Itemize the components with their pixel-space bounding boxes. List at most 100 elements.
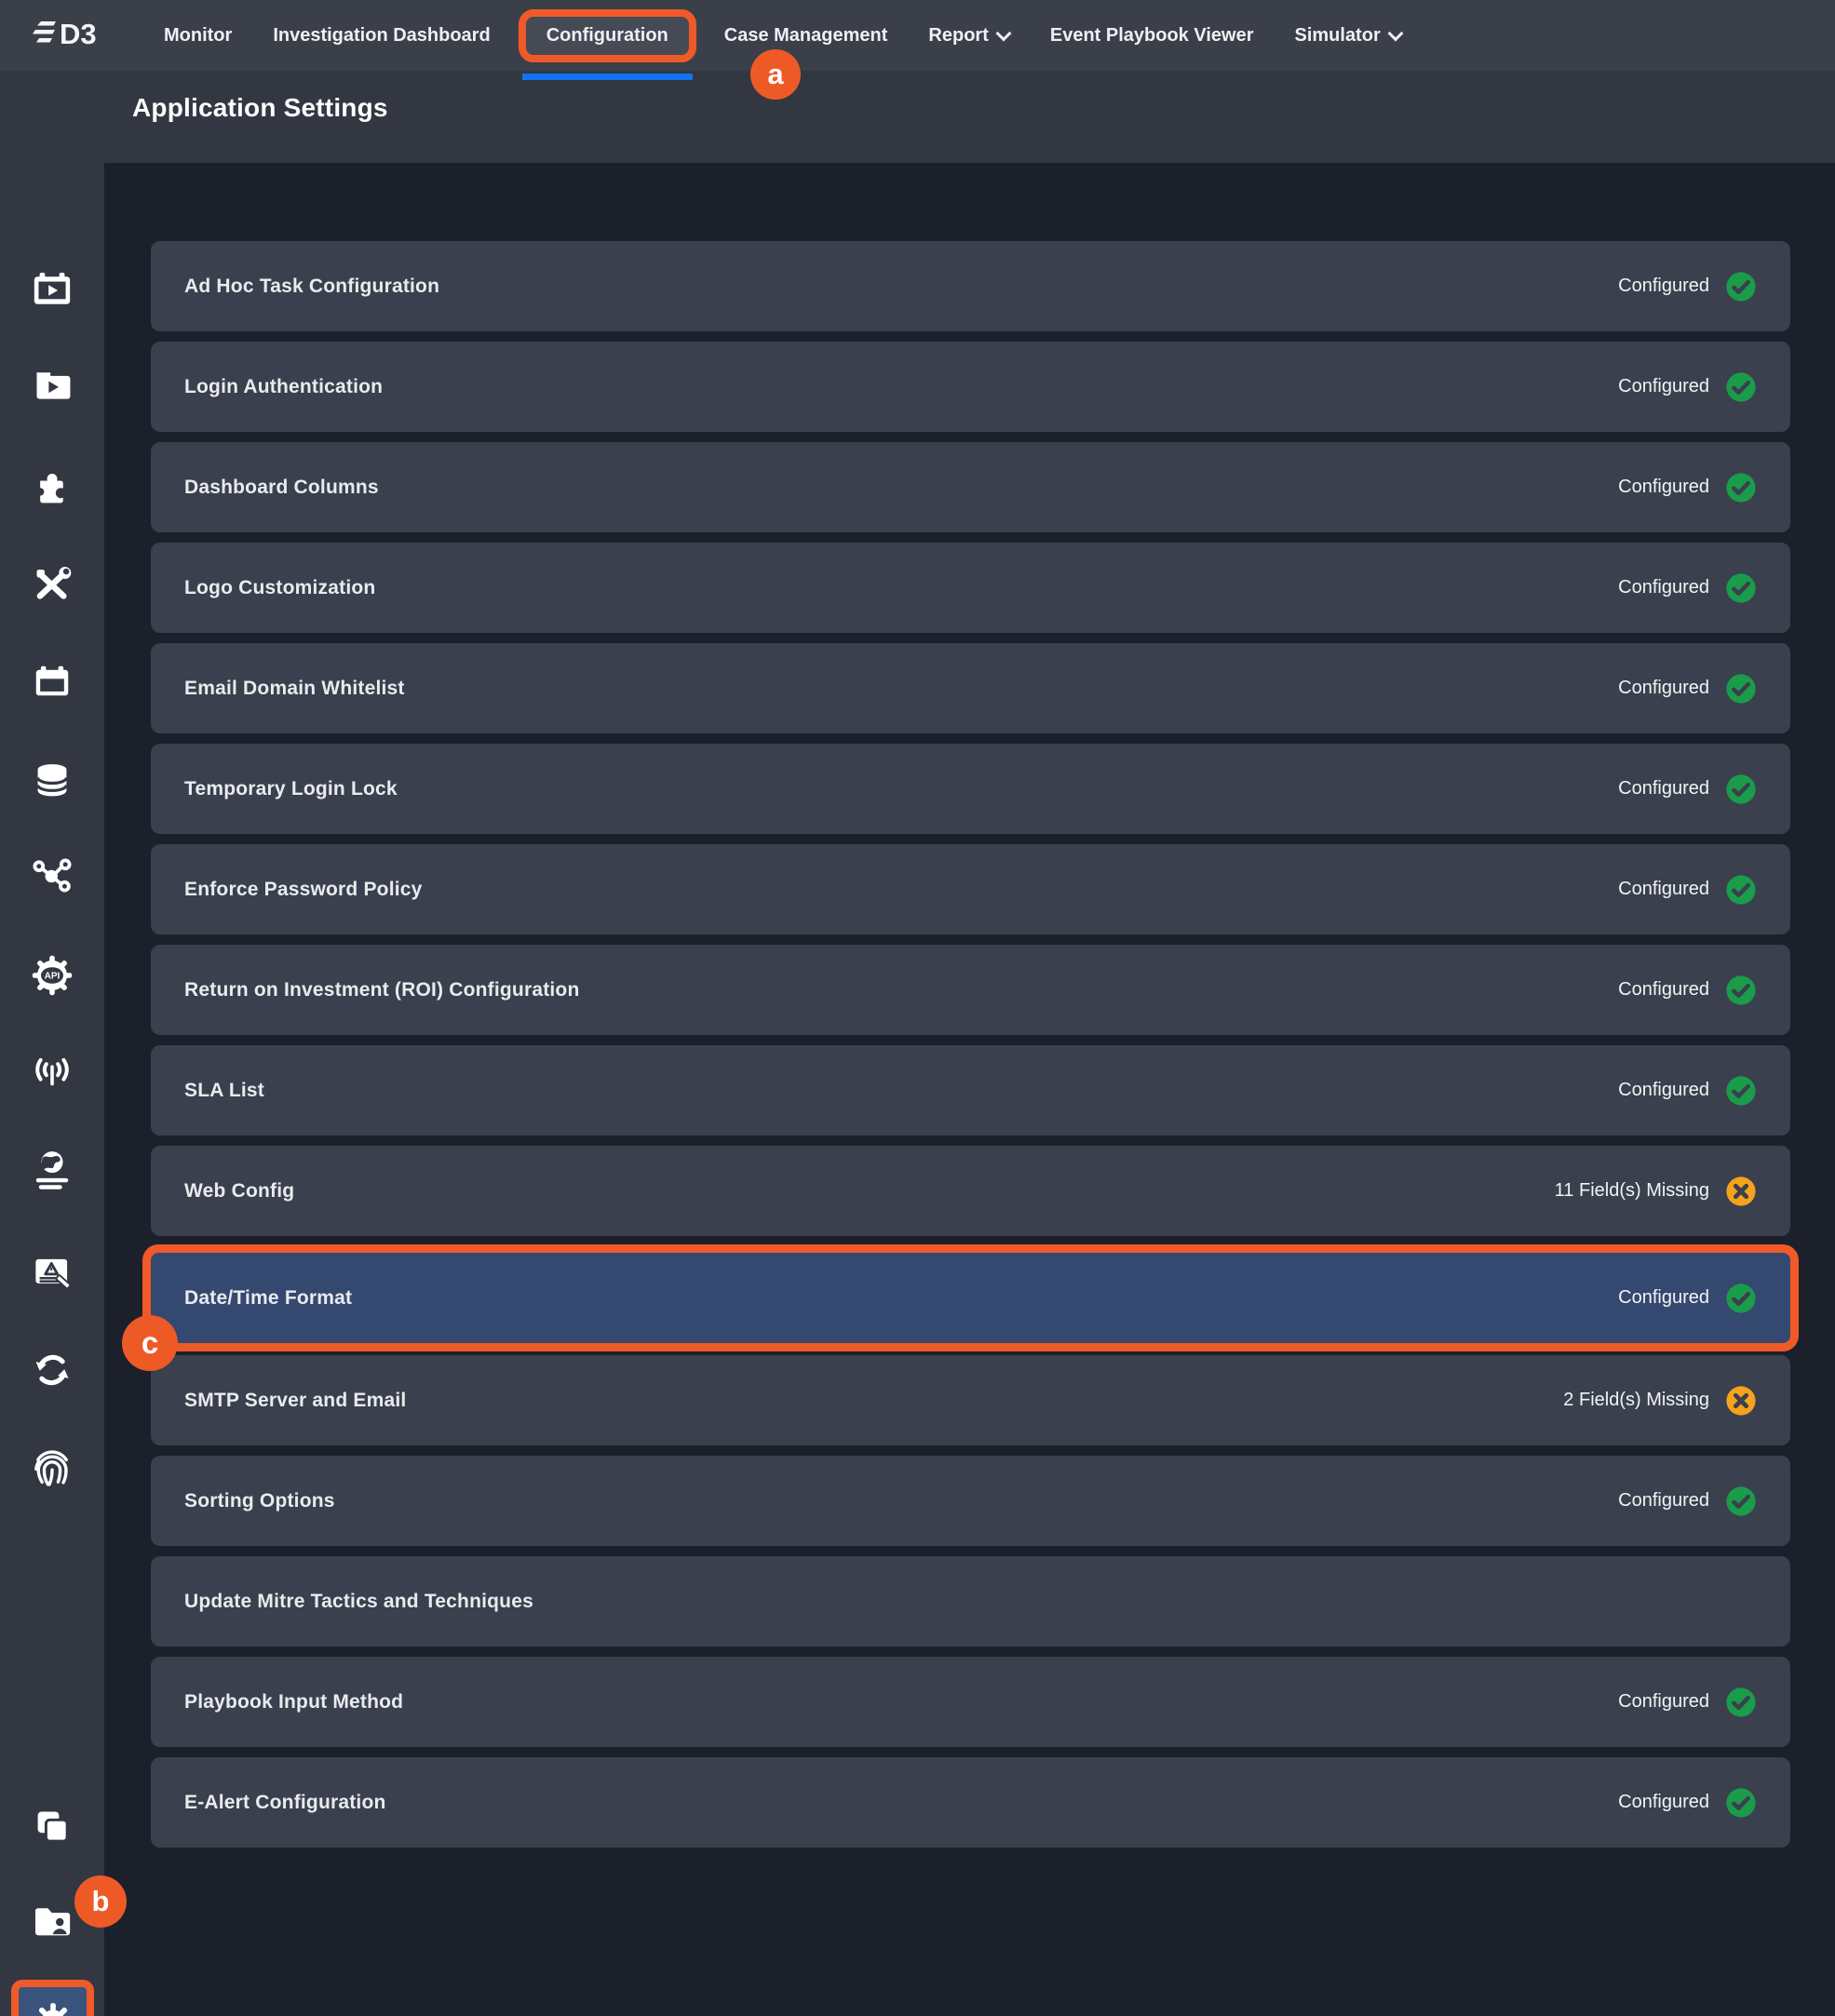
configured-check-icon bbox=[1725, 572, 1757, 604]
settings-row[interactable]: Logo Customization Configured bbox=[151, 543, 1790, 633]
nav-item[interactable]: Monitor bbox=[164, 25, 232, 47]
setting-status: Configured bbox=[1618, 874, 1757, 906]
nav-item[interactable]: Configuration bbox=[519, 9, 696, 62]
setting-status: Configured bbox=[1618, 1687, 1757, 1718]
configured-check-icon bbox=[1725, 1485, 1757, 1517]
settings-row[interactable]: Enforce Password Policy Configured bbox=[151, 844, 1790, 934]
settings-row[interactable]: Return on Investment (ROI) Configuration… bbox=[151, 945, 1790, 1035]
calendar-icon[interactable] bbox=[0, 660, 104, 705]
status-text: Configured bbox=[1618, 879, 1709, 900]
fingerprint-icon[interactable] bbox=[0, 1445, 104, 1489]
application-settings-gear-button[interactable] bbox=[11, 1980, 94, 2016]
d3-logo-icon: D3 bbox=[28, 16, 121, 55]
d3-logo[interactable]: D3 bbox=[28, 16, 121, 55]
status-text: Configured bbox=[1618, 778, 1709, 800]
configured-check-icon bbox=[1725, 371, 1757, 403]
settings-row[interactable]: Ad Hoc Task Configuration Configured bbox=[151, 241, 1790, 331]
settings-row[interactable]: Date/Time Format Configured bbox=[151, 1253, 1790, 1343]
configured-check-icon bbox=[1725, 1687, 1757, 1718]
annotation-badge-c: c bbox=[122, 1315, 178, 1371]
chevron-down-icon bbox=[998, 28, 1009, 39]
annotation-badge-b: b bbox=[74, 1875, 127, 1928]
status-text: Configured bbox=[1618, 1792, 1709, 1813]
setting-status: Configured bbox=[1618, 1075, 1757, 1107]
setting-label: Dashboard Columns bbox=[184, 477, 379, 499]
status-text: Configured bbox=[1618, 1490, 1709, 1512]
setting-status: Configured bbox=[1618, 1787, 1757, 1819]
setting-label: Login Authentication bbox=[184, 376, 383, 398]
broadcast-icon[interactable] bbox=[0, 1050, 104, 1095]
database-icon[interactable] bbox=[0, 758, 104, 802]
missing-x-icon bbox=[1725, 1385, 1757, 1417]
nav-item-label: Monitor bbox=[164, 25, 232, 47]
status-text: Configured bbox=[1618, 376, 1709, 397]
utility-tools-icon[interactable] bbox=[0, 561, 104, 606]
application-settings-panel: Ad Hoc Task Configuration Configured bbox=[104, 163, 1835, 2016]
settings-row[interactable]: Temporary Login Lock Configured bbox=[151, 744, 1790, 834]
configured-check-icon bbox=[1725, 1075, 1757, 1107]
setting-label: Playbook Input Method bbox=[184, 1691, 403, 1714]
setting-label: SLA List bbox=[184, 1080, 264, 1102]
settings-row[interactable]: Email Domain Whitelist Configured bbox=[151, 643, 1790, 733]
nav-item[interactable]: Event Playbook Viewer bbox=[1050, 25, 1254, 47]
setting-status: Configured bbox=[1618, 371, 1757, 403]
gear-icon bbox=[32, 2000, 74, 2016]
nav-item[interactable]: Report bbox=[928, 25, 1008, 47]
incident-alert-form-icon[interactable] bbox=[0, 1250, 104, 1295]
setting-status: 11 Field(s) Missing bbox=[1555, 1176, 1757, 1207]
page-title: Application Settings bbox=[132, 93, 388, 123]
data-sync-icon[interactable] bbox=[0, 1348, 104, 1392]
setting-label: Sorting Options bbox=[184, 1490, 335, 1512]
playbook-library-icon[interactable] bbox=[0, 363, 104, 408]
configured-check-icon bbox=[1725, 271, 1757, 302]
settings-row[interactable]: Playbook Input Method Configured bbox=[151, 1657, 1790, 1747]
setting-label: Return on Investment (ROI) Configuration bbox=[184, 979, 579, 1001]
scheduled-playbook-icon[interactable] bbox=[0, 267, 104, 312]
setting-label: Enforce Password Policy bbox=[184, 879, 423, 901]
status-text: Configured bbox=[1618, 1080, 1709, 1101]
settings-row[interactable]: Sorting Options Configured bbox=[151, 1456, 1790, 1546]
settings-row[interactable]: Web Config 11 Field(s) Missing bbox=[151, 1146, 1790, 1236]
status-text: Configured bbox=[1618, 979, 1709, 1001]
api-settings-gear-icon[interactable]: API bbox=[0, 953, 104, 998]
nav-item-label: Case Management bbox=[724, 25, 888, 47]
status-text: Configured bbox=[1618, 1691, 1709, 1713]
setting-status: Configured bbox=[1618, 773, 1757, 805]
status-text: Configured bbox=[1618, 477, 1709, 498]
settings-rows: Ad Hoc Task Configuration Configured bbox=[104, 163, 1835, 1858]
nav-item[interactable]: Case Management bbox=[724, 25, 888, 47]
setting-status: 2 Field(s) Missing bbox=[1563, 1385, 1757, 1417]
settings-row[interactable]: Update Mitre Tactics and Techniques bbox=[151, 1556, 1790, 1646]
status-text: Configured bbox=[1618, 678, 1709, 699]
status-text: Configured bbox=[1618, 276, 1709, 297]
svg-text:API: API bbox=[45, 972, 61, 982]
nav-item-label: Event Playbook Viewer bbox=[1050, 25, 1254, 47]
settings-row[interactable]: Login Authentication Configured bbox=[151, 342, 1790, 432]
integrations-puzzle-icon[interactable] bbox=[0, 464, 104, 508]
settings-row[interactable]: E-Alert Configuration Configured bbox=[151, 1757, 1790, 1848]
setting-status: Configured bbox=[1618, 1283, 1757, 1314]
app-window: D3 Monitor Investigation Dashboard Confi… bbox=[0, 0, 1835, 2016]
configured-check-icon bbox=[1725, 874, 1757, 906]
link-analysis-icon[interactable] bbox=[0, 855, 104, 900]
status-text: Configured bbox=[1618, 1287, 1709, 1309]
nav-item[interactable]: Investigation Dashboard bbox=[273, 25, 490, 47]
settings-row[interactable]: SLA List Configured bbox=[151, 1045, 1790, 1136]
settings-row[interactable]: SMTP Server and Email 2 Field(s) Missing bbox=[151, 1355, 1790, 1445]
settings-row[interactable]: Dashboard Columns Configured bbox=[151, 442, 1790, 532]
setting-label: E-Alert Configuration bbox=[184, 1792, 386, 1814]
missing-x-icon bbox=[1725, 1176, 1757, 1207]
setting-label: Date/Time Format bbox=[184, 1287, 352, 1310]
left-icon-sidebar: API bbox=[0, 71, 104, 2016]
setting-status: Configured bbox=[1618, 1485, 1757, 1517]
chevron-down-icon bbox=[1390, 28, 1401, 39]
nav-item[interactable]: Simulator bbox=[1294, 25, 1400, 47]
annotation-badge-a: a bbox=[750, 49, 801, 100]
setting-label: Temporary Login Lock bbox=[184, 778, 398, 800]
configured-check-icon bbox=[1725, 1283, 1757, 1314]
copy-pages-icon[interactable] bbox=[0, 1805, 104, 1849]
setting-label: Ad Hoc Task Configuration bbox=[184, 276, 439, 298]
geolocation-icon[interactable] bbox=[0, 1148, 104, 1192]
setting-status: Configured bbox=[1618, 974, 1757, 1006]
setting-label: Web Config bbox=[184, 1180, 294, 1203]
